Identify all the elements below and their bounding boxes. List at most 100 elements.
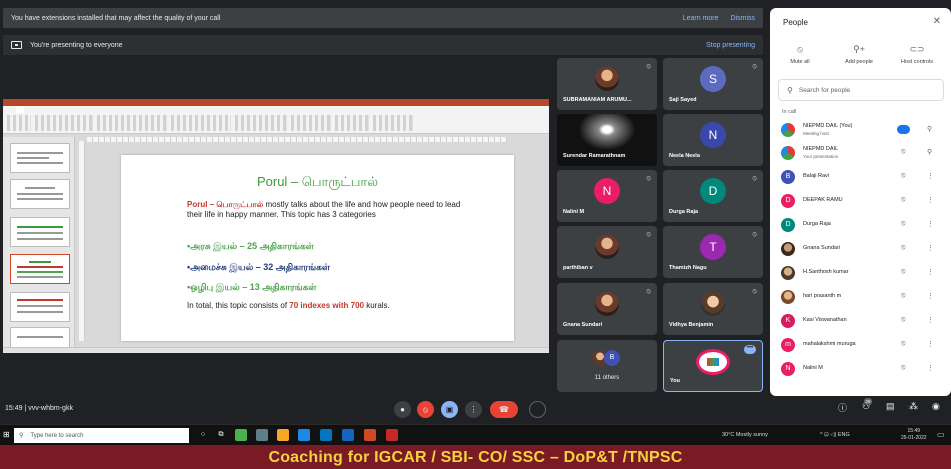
pdf-icon[interactable] xyxy=(386,429,398,441)
slide-category-3: •ஒழிபு இயல் – 13 அதிகாரங்கள் xyxy=(187,282,317,292)
participant-row[interactable]: K Kasi Viswanathan ⦸ ⋮ xyxy=(770,310,951,332)
extra-control-button[interactable] xyxy=(529,401,546,418)
mic-button[interactable]: ● xyxy=(394,401,411,418)
participant-row[interactable]: N Nalini M ⦸ ⋮ xyxy=(770,358,951,380)
activities-icon[interactable]: ⁂ xyxy=(909,401,918,412)
participant-row[interactable]: D Durga Raja ⦸ ⋮ xyxy=(770,214,951,236)
word-icon[interactable] xyxy=(342,429,354,441)
participant-tile[interactable]: ⦸ Vidhya Benjamin xyxy=(663,283,763,335)
participant-avatar: N xyxy=(700,122,726,148)
edge-icon[interactable] xyxy=(320,429,332,441)
participant-tile[interactable]: N Neela Neela xyxy=(663,114,763,166)
participant-tile[interactable]: D ⦸ Durga Raja xyxy=(663,170,763,222)
add-people-button[interactable]: ⚲+ Add people xyxy=(829,44,889,65)
taskbar-clock[interactable]: 15:49 25-01-2022 xyxy=(901,428,927,442)
powerpoint-icon[interactable] xyxy=(364,429,376,441)
app-icon[interactable] xyxy=(235,429,247,441)
more-vert-icon[interactable]: ⋮ xyxy=(927,292,934,300)
mic-off-icon[interactable]: ⦸ xyxy=(901,196,906,204)
more-vert-icon[interactable]: ⋮ xyxy=(927,220,934,228)
dismiss-button[interactable]: Dismiss xyxy=(731,15,756,22)
pin-icon[interactable]: ⚲ xyxy=(927,125,932,133)
host-controls-button[interactable]: ⊂⊃ Host controls xyxy=(887,44,947,65)
more-vert-icon[interactable]: ⋮ xyxy=(927,268,934,276)
slide-total-text: In total, this topic consists of 70 inde… xyxy=(187,301,390,310)
mic-off-icon[interactable]: ⦸ xyxy=(901,220,906,228)
mic-off-icon[interactable]: ⦸ xyxy=(901,244,906,252)
participant-row[interactable]: NIEPMD DAIL (You) Meeting host ⚲ xyxy=(770,119,951,141)
participant-tile[interactable]: ⦸ parthiban v xyxy=(557,226,657,278)
mic-off-icon[interactable]: ⦸ xyxy=(901,148,906,156)
lock-icon[interactable]: ◉ xyxy=(932,401,940,412)
participant-tile[interactable]: T ⦸ Thamizh Nagu xyxy=(663,226,763,278)
taskbar-search-input[interactable]: ⚲ Type here to search xyxy=(14,428,189,443)
participant-name: Durga Raja xyxy=(669,209,699,215)
slide-title: Porul – பொருட்பால் xyxy=(256,174,379,189)
people-panel-title: People xyxy=(783,18,808,27)
participant-tile[interactable]: ⦸ Gnana Sundari xyxy=(557,283,657,335)
meeting-time-and-code: 15:49 | vvv-whbm-gkk xyxy=(5,405,73,412)
cortana-icon[interactable]: ○ xyxy=(197,429,209,441)
horizontal-ruler xyxy=(87,137,507,142)
self-tile[interactable]: ••• You xyxy=(663,340,763,392)
info-icon[interactable]: ⓘ xyxy=(838,401,847,414)
leave-call-button[interactable]: ☎ xyxy=(490,401,518,418)
participant-row[interactable]: Gnana Sundari ⦸ ⋮ xyxy=(770,238,951,260)
camera-off-button[interactable]: ⦸ xyxy=(417,401,434,418)
mute-all-button[interactable]: ⦸ Mute all xyxy=(770,44,830,65)
slide-intro-text: Porul – பொருட்பால் mostly talks about th… xyxy=(187,200,467,220)
weather-widget[interactable]: 30°C Mostly sunny xyxy=(722,432,768,438)
participant-name: Surendar Ramarathnam xyxy=(563,153,626,159)
mic-off-icon[interactable]: ⦸ xyxy=(901,292,906,300)
more-vert-icon[interactable]: ⋮ xyxy=(927,340,934,348)
more-vert-icon[interactable]: ⋮ xyxy=(927,244,934,252)
file-explorer-icon[interactable] xyxy=(277,429,289,441)
others-tile[interactable]: B 11 others xyxy=(557,340,657,392)
slide-thumbnail xyxy=(10,179,70,209)
mic-off-icon[interactable]: ⦸ xyxy=(901,316,906,324)
participant-row[interactable]: D DEEPAK RAMU ⦸ ⋮ xyxy=(770,190,951,212)
mute-all-icon: ⦸ xyxy=(797,44,803,54)
participant-row[interactable]: m mahalakshmi muruga ⦸ ⋮ xyxy=(770,334,951,356)
notification-icon[interactable]: ▭ xyxy=(937,430,945,439)
store-icon[interactable] xyxy=(298,429,310,441)
more-vert-icon[interactable]: ⋮ xyxy=(927,196,934,204)
people-search-input[interactable]: ⚲ Search for people xyxy=(778,79,944,101)
mic-off-icon[interactable]: ⦸ xyxy=(901,364,906,372)
participant-row[interactable]: B Balaji Ravi ⦸ ⋮ xyxy=(770,166,951,188)
participant-name: Thamizh Nagu xyxy=(669,265,707,271)
mic-off-icon[interactable]: ⦸ xyxy=(901,340,906,348)
more-vert-icon[interactable]: ⋮ xyxy=(927,172,934,180)
more-options-icon[interactable] xyxy=(897,125,910,134)
participant-row[interactable]: H.Santhosh kumar ⦸ ⋮ xyxy=(770,262,951,284)
participant-name: Neela Neela xyxy=(669,153,700,159)
meet-controls-bar: 15:49 | vvv-whbm-gkk ● ⦸ ▣ ⋮ ☎ ⓘ ⚇ 29 ▤ … xyxy=(0,396,951,423)
system-tray[interactable]: ^ ⊡ ◁) ENG xyxy=(820,432,850,438)
presenting-text: You're presenting to everyone xyxy=(30,41,123,49)
stop-presenting-button[interactable]: Stop presenting xyxy=(706,42,755,49)
windows-start-icon[interactable]: ⊞ xyxy=(3,430,10,439)
more-vert-icon[interactable]: ⋮ xyxy=(927,316,934,324)
participant-name: Nalini M xyxy=(563,209,585,215)
close-icon[interactable]: ✕ xyxy=(933,16,941,27)
more-options-icon[interactable]: ••• xyxy=(744,345,756,354)
participant-tile[interactable]: S ⦸ Saji Sayed xyxy=(663,58,763,110)
learn-more-link[interactable]: Learn more xyxy=(683,15,719,22)
mic-off-icon[interactable]: ⦸ xyxy=(901,268,906,276)
participant-tile[interactable]: N ⦸ Nalini M xyxy=(557,170,657,222)
participant-name: Vidhya Benjamin xyxy=(669,322,714,328)
present-button[interactable]: ▣ xyxy=(441,401,458,418)
mic-off-icon[interactable]: ⦸ xyxy=(901,172,906,180)
participant-tile[interactable]: ⦸ SUBRAMANIAM ARUMU... xyxy=(557,58,657,110)
powerpoint-statusbar xyxy=(3,347,549,353)
participant-row[interactable]: NIEPMD DAIL Your presentation ⦸ ⚲ xyxy=(770,142,951,164)
task-view-icon[interactable]: ⧉ xyxy=(215,429,227,441)
participant-tile[interactable]: Surendar Ramarathnam xyxy=(557,114,657,166)
app-icon[interactable] xyxy=(256,429,268,441)
more-vert-icon[interactable]: ⋮ xyxy=(927,364,934,372)
more-options-button[interactable]: ⋮ xyxy=(465,401,482,418)
pin-off-icon[interactable]: ⚲ xyxy=(927,148,932,156)
participant-row[interactable]: hari prasanth m ⦸ ⋮ xyxy=(770,286,951,308)
others-avatar-initial: B xyxy=(604,350,620,366)
chat-icon[interactable]: ▤ xyxy=(886,401,895,412)
